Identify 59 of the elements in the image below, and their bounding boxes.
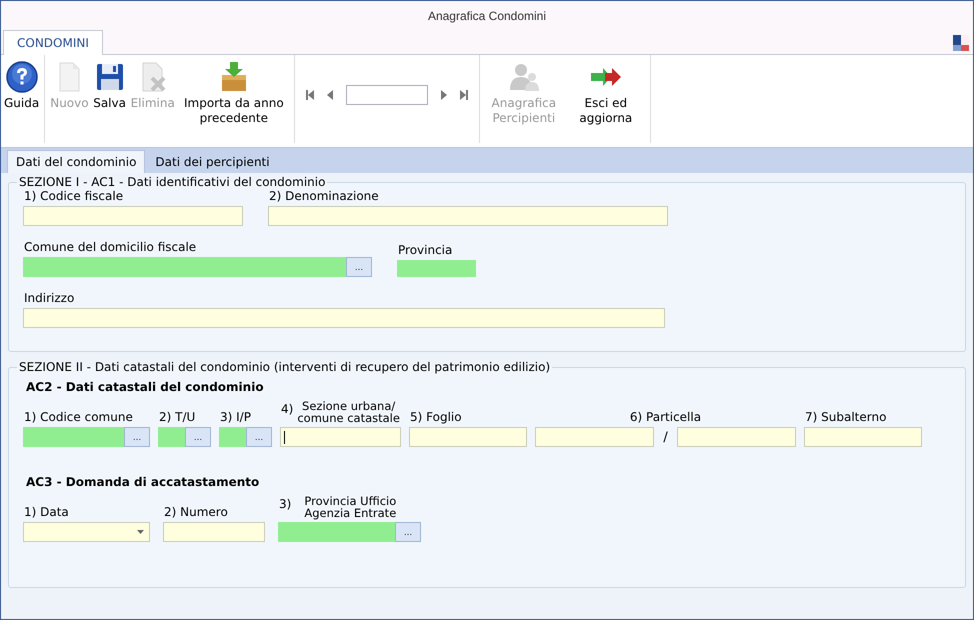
browse-button[interactable]: ... bbox=[346, 257, 372, 277]
field-number: 3) bbox=[279, 497, 292, 511]
field-label: 2) T/U bbox=[159, 410, 196, 424]
input-field[interactable] bbox=[23, 206, 243, 226]
field-label: 5) Foglio bbox=[410, 410, 462, 424]
field-label: Sezione urbana/ comune catastale bbox=[297, 400, 400, 424]
triangle-right-icon bbox=[438, 89, 449, 101]
tab[interactable]: Dati dei percipienti bbox=[147, 150, 278, 173]
skip-start-icon bbox=[304, 89, 315, 101]
tab[interactable]: Dati del condominio bbox=[7, 150, 146, 173]
logo-icon bbox=[953, 35, 969, 51]
help-icon bbox=[4, 60, 39, 94]
separator-text: / bbox=[663, 430, 668, 444]
input-field[interactable] bbox=[280, 427, 401, 447]
toolbar-button[interactable]: Salva bbox=[90, 59, 129, 112]
input-field[interactable] bbox=[268, 206, 668, 226]
triangle-left-icon bbox=[324, 89, 335, 101]
browse-button[interactable]: ... bbox=[395, 522, 421, 542]
input-field[interactable] bbox=[409, 427, 527, 447]
input-field[interactable] bbox=[23, 427, 124, 447]
field-label: Indirizzo bbox=[24, 291, 74, 305]
input-field[interactable] bbox=[535, 427, 654, 447]
date-picker[interactable] bbox=[23, 522, 150, 542]
help-button[interactable]: Guida bbox=[2, 59, 42, 112]
browse-button[interactable]: ... bbox=[124, 427, 150, 447]
dropdown-arrow-icon bbox=[137, 530, 144, 534]
input-field[interactable] bbox=[397, 260, 476, 277]
browse-button[interactable]: ... bbox=[246, 427, 272, 447]
input-field[interactable] bbox=[676, 427, 796, 447]
input-field[interactable] bbox=[804, 427, 922, 447]
toolbar-button[interactable]: Esci ed aggiorna bbox=[564, 59, 647, 127]
field-label: 1) Codice fiscale bbox=[24, 189, 124, 203]
subsection-heading: AC3 - Domanda di accatastamento bbox=[26, 475, 260, 489]
skip-end-icon bbox=[458, 89, 469, 101]
field-label: Provincia Ufficio Agenzia Entrate bbox=[303, 495, 398, 519]
field-label: 7) Subalterno bbox=[805, 410, 886, 424]
input-field[interactable] bbox=[158, 427, 185, 447]
input-field[interactable] bbox=[163, 522, 265, 542]
field-label: Comune del domicilio fiscale bbox=[24, 240, 196, 254]
field-label: 2) Numero bbox=[164, 505, 228, 519]
browse-button[interactable]: ... bbox=[185, 427, 211, 447]
toolbar-button[interactable]: Importa da anno precedente bbox=[176, 59, 291, 127]
field-label: 3) I/P bbox=[220, 410, 251, 424]
input-field[interactable] bbox=[278, 522, 395, 542]
window-title: Anagrafica Condomini bbox=[428, 8, 546, 22]
field-label: 1) Data bbox=[24, 505, 69, 519]
section-title: SEZIONE II - Dati catastali del condominio (interventi di recupero del patrimonio edilizio) bbox=[18, 360, 552, 374]
ribbon-tab[interactable]: CONDOMINI bbox=[3, 30, 103, 55]
input-field[interactable] bbox=[23, 257, 346, 277]
field-number: 4) bbox=[281, 402, 294, 416]
field-label: 2) Denominazione bbox=[269, 189, 379, 203]
field-label: Provincia bbox=[398, 243, 452, 257]
section-title: SEZIONE I - AC1 - Dati identificativi del condominio bbox=[18, 175, 326, 189]
field-label: 6) Particella bbox=[630, 410, 702, 424]
input-field[interactable] bbox=[23, 308, 665, 328]
record-field[interactable] bbox=[346, 85, 428, 105]
input-field[interactable] bbox=[219, 427, 246, 447]
subsection-heading: AC2 - Dati catastali del condominio bbox=[26, 380, 265, 394]
field-label: 1) Codice comune bbox=[24, 410, 133, 424]
